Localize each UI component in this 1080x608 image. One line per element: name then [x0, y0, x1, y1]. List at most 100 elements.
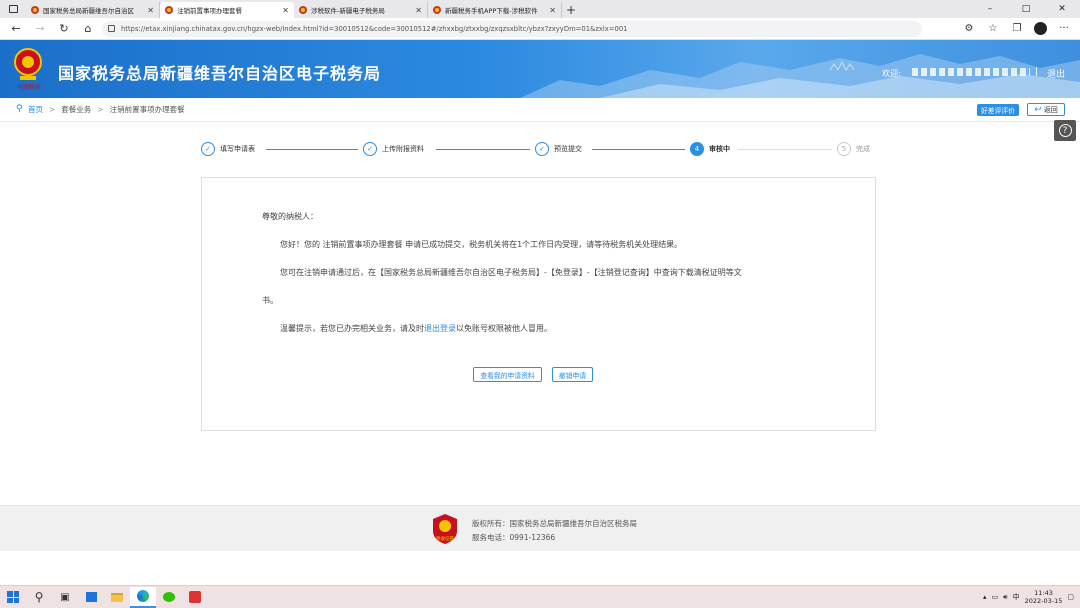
query-instructions-continued: 书。 — [262, 296, 278, 305]
task-view-icon[interactable]: ▣ — [52, 587, 78, 608]
tab-title: 注销前置事项办理套餐 — [177, 7, 242, 15]
site-footer: 税收征管 版权所有：国家税务总局新疆维吾尔自治区税务局 服务电话：0991-12… — [0, 505, 1080, 551]
notification-icon[interactable]: ▢ — [1067, 593, 1074, 601]
system-tray: ▴ ▭ 🔊︎ 中 11:43 2022-03-15 ▢ — [983, 589, 1080, 605]
profile-avatar[interactable] — [1034, 21, 1047, 35]
back-button[interactable]: ↩ 返回 — [1027, 103, 1065, 116]
collections-icon[interactable]: ❐ — [1007, 20, 1027, 38]
minimize-button[interactable]: – — [972, 0, 1008, 18]
step-3-check-icon: ✓ — [535, 142, 549, 156]
warm-tip: 温馨提示，若您已办完相关业务，请及时退出登录以免账号权限被他人冒用。 — [280, 323, 552, 334]
address-toolbar: ← → ↻ ⌂ https://etax.xinjiang.chinatax.g… — [0, 18, 1080, 40]
lock-icon — [108, 25, 115, 32]
footer-logo-caption: 税收征管 — [436, 535, 454, 542]
service-phone: 服务电话：0991-12366 — [472, 533, 556, 542]
chevron-up-icon[interactable]: ▴ — [983, 593, 987, 601]
new-tab-button[interactable]: + — [562, 2, 580, 18]
warm-tip-text-end: 以免账号权限被他人冒用。 — [456, 324, 552, 333]
maximize-button[interactable]: □ — [1008, 0, 1044, 18]
start-button[interactable] — [0, 587, 26, 608]
step-4-number-icon: 4 — [690, 142, 704, 156]
browser-tab[interactable]: 国家税务总局新疆维吾尔自治区 ✕ — [26, 2, 160, 18]
header-separator: | — [1035, 67, 1039, 77]
ime-indicator[interactable]: 中 — [1013, 592, 1020, 602]
step-3-label: 预览提交 — [554, 145, 582, 153]
close-icon[interactable]: ✕ — [282, 6, 289, 15]
tax-favicon-icon — [299, 6, 307, 14]
tab-actions-icon[interactable] — [0, 0, 26, 18]
breadcrumb-package-business[interactable]: 套餐业务 — [61, 104, 91, 115]
window-controls: – □ ✕ — [972, 0, 1080, 18]
tab-title: 新疆税务手机APP下载-涉税软件 — [445, 7, 538, 15]
step-5-label: 完成 — [856, 145, 870, 153]
windows-taskbar: ⚲ ▣ ▴ ▭ 🔊︎ 中 11:43 2022-03-15 ▢ — [0, 585, 1080, 608]
query-instructions: 您可在注销申请通过后，在【国家税务总局新疆维吾尔自治区电子税务局】-【免登录】-… — [280, 268, 742, 277]
help-icon: ? — [1058, 124, 1072, 137]
browser-tab[interactable]: 新疆税务手机APP下载-涉税软件 ✕ — [428, 2, 562, 18]
file-explorer-icon[interactable] — [104, 587, 130, 608]
tax-administration-logo: 税收征管 — [433, 514, 457, 544]
emblem-caption: 中国税务 — [16, 83, 41, 91]
site-header-banner: 中国税务 国家税务总局新疆维吾尔自治区电子税务局 欢迎: | 退出 — [0, 40, 1080, 98]
site-settings-icon[interactable]: ⚙ — [959, 20, 979, 38]
welcome-label: 欢迎: — [882, 69, 901, 78]
url-bar[interactable]: https://etax.xinjiang.chinatax.gov.cn/hg… — [102, 20, 922, 37]
tax-favicon-icon — [31, 6, 39, 14]
clock-date: 2022-03-15 — [1024, 597, 1063, 605]
volume-icon[interactable]: 🔊︎ — [1003, 593, 1007, 602]
clock[interactable]: 11:43 2022-03-15 — [1025, 589, 1063, 605]
step-4-label: 审核中 — [709, 145, 730, 153]
browser-tab-active[interactable]: 注销前置事项办理套餐 ✕ — [160, 2, 294, 18]
step-connector — [738, 149, 832, 150]
windows-logo-icon — [7, 591, 19, 603]
step-2-label: 上传附报资料 — [382, 145, 424, 153]
logout-link-inline[interactable]: 退出登录 — [424, 324, 456, 333]
step-1-check-icon: ✓ — [201, 142, 215, 156]
step-connector — [592, 149, 685, 150]
breadcrumb-separator: > — [49, 105, 56, 114]
wechat-icon[interactable] — [156, 587, 182, 608]
breadcrumb-separator: > — [97, 105, 104, 114]
greeting-text: 尊敬的纳税人： — [262, 212, 318, 221]
copyright-text: 版权所有：国家税务总局新疆维吾尔自治区税务局 — [472, 519, 637, 528]
step-2-check-icon: ✓ — [363, 142, 377, 156]
step-connector — [266, 149, 358, 150]
search-icon[interactable]: ⚲ — [26, 587, 52, 608]
username-redacted — [912, 68, 1030, 76]
close-window-button[interactable]: ✕ — [1044, 0, 1080, 18]
return-arrow-icon: ↩ — [1034, 104, 1042, 115]
forward-arrow-icon[interactable]: → — [30, 20, 50, 38]
browser-tab[interactable]: 涉税软件-新疆电子税务局 ✕ — [294, 2, 428, 18]
withdraw-application-button[interactable]: 撤销申请 — [552, 367, 593, 382]
logout-link[interactable]: 退出 — [1047, 67, 1065, 80]
widgets-icon[interactable] — [78, 587, 104, 608]
favorite-star-icon[interactable]: ☆ — [983, 20, 1003, 38]
network-icon[interactable]: ▭ — [992, 593, 999, 601]
breadcrumb-home[interactable]: 首页 — [28, 104, 43, 115]
tax-favicon-icon — [165, 6, 173, 14]
tax-favicon-icon — [433, 6, 441, 14]
result-card: 尊敬的纳税人： 您好！您的 注销前置事项办理套餐 申请已成功提交，税务机关将在1… — [201, 177, 876, 431]
step-5-number-icon: 5 — [837, 142, 851, 156]
wps-icon[interactable] — [182, 587, 208, 608]
close-icon[interactable]: ✕ — [147, 6, 154, 15]
url-text: https://etax.xinjiang.chinatax.gov.cn/hg… — [121, 24, 628, 33]
step-1-label: 填写申请表 — [220, 145, 255, 153]
home-icon[interactable]: ⌂ — [78, 20, 98, 38]
clock-time: 11:43 — [1034, 589, 1053, 597]
site-title: 国家税务总局新疆维吾尔自治区电子税务局 — [58, 64, 382, 83]
more-menu-icon[interactable]: ··· — [1054, 20, 1074, 38]
submission-message: 您好！您的 注销前置事项办理套餐 申请已成功提交，税务机关将在1个工作日内受理，… — [280, 240, 683, 249]
browser-tab-strip: 国家税务总局新疆维吾尔自治区 ✕ 注销前置事项办理套餐 ✕ 涉税软件-新疆电子税… — [0, 0, 1080, 18]
help-button[interactable]: ? — [1054, 120, 1076, 141]
back-arrow-icon[interactable]: ← — [6, 20, 26, 38]
tab-title: 涉税软件-新疆电子税务局 — [311, 7, 385, 15]
back-button-label: 返回 — [1043, 105, 1058, 114]
close-icon[interactable]: ✕ — [549, 6, 556, 15]
close-icon[interactable]: ✕ — [415, 6, 422, 15]
rate-service-button[interactable]: 好差评评价 — [977, 104, 1019, 116]
tab-title: 国家税务总局新疆维吾尔自治区 — [43, 7, 134, 15]
view-application-button[interactable]: 查看我的申请资料 — [473, 367, 542, 382]
edge-browser-icon[interactable] — [130, 586, 156, 608]
refresh-icon[interactable]: ↻ — [54, 20, 74, 38]
